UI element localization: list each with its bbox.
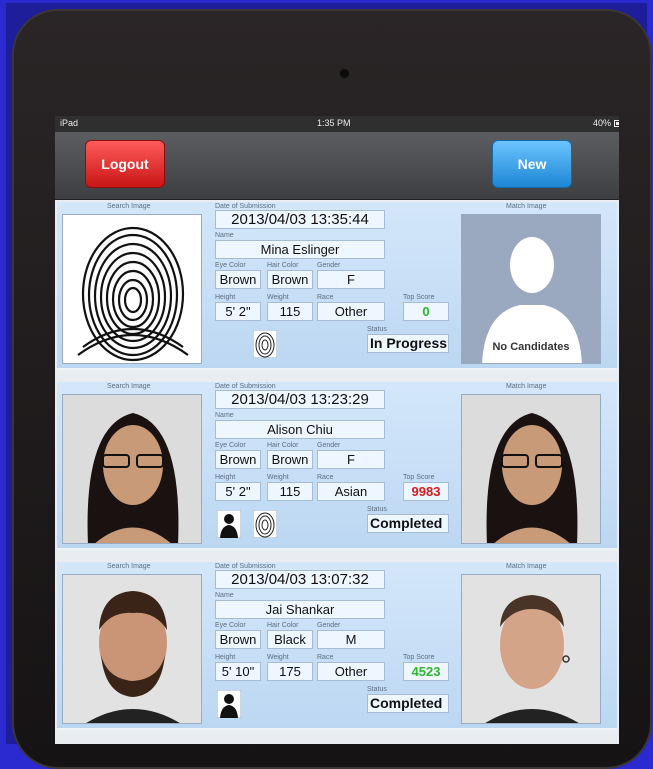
record-card[interactable]: Search Image Match Image Date of Submiss bbox=[57, 202, 617, 370]
name-label: Name bbox=[215, 412, 234, 419]
gender-label: Gender bbox=[317, 262, 341, 269]
race-label: Race bbox=[317, 474, 334, 481]
height-field: 5' 10" bbox=[215, 662, 261, 681]
gender-label: Gender bbox=[317, 442, 341, 449]
height-label: Height bbox=[215, 294, 236, 301]
name-field: Alison Chiu bbox=[215, 420, 385, 439]
gender-label: Gender bbox=[317, 622, 341, 629]
height-label: Height bbox=[215, 474, 236, 481]
battery-indicator: 40% bbox=[592, 118, 619, 128]
gender-field: M bbox=[317, 630, 385, 649]
search-image-label: Search Image bbox=[107, 383, 151, 390]
eye-color-field: Brown bbox=[215, 270, 261, 289]
name-field: Mina Eslinger bbox=[215, 240, 385, 259]
status-field: Completed bbox=[367, 694, 449, 713]
eye-color-label: Eye Color bbox=[215, 622, 246, 629]
match-face-image[interactable] bbox=[461, 574, 601, 724]
weight-label: Weight bbox=[267, 294, 289, 301]
match-image-label: Match Image bbox=[506, 383, 547, 390]
match-image-label: Match Image bbox=[506, 563, 547, 570]
date-field: 2013/04/03 13:35:44 bbox=[215, 210, 385, 229]
date-field: 2013/04/03 13:23:29 bbox=[215, 390, 385, 409]
person-icon[interactable] bbox=[216, 689, 242, 719]
logout-button[interactable]: Logout bbox=[85, 140, 165, 188]
search-face-image[interactable] bbox=[62, 394, 202, 544]
status-label: Status bbox=[367, 326, 387, 333]
camera-icon bbox=[340, 69, 349, 78]
weight-field: 115 bbox=[267, 302, 313, 321]
search-fingerprint-image[interactable] bbox=[62, 214, 202, 364]
gender-field: F bbox=[317, 270, 385, 289]
top-score-label: Top Score bbox=[403, 474, 435, 481]
date-label: Date of Submission bbox=[215, 203, 276, 210]
weight-label: Weight bbox=[267, 654, 289, 661]
race-field: Asian bbox=[317, 482, 385, 501]
record-card[interactable]: Search Image Match Image Date of Submiss… bbox=[57, 382, 617, 550]
hair-color-label: Hair Color bbox=[267, 442, 299, 449]
fingerprint-icon[interactable] bbox=[252, 509, 278, 539]
height-field: 5' 2" bbox=[215, 482, 261, 501]
status-bar: iPad 1:35 PM 40% bbox=[55, 116, 619, 132]
name-label: Name bbox=[215, 232, 234, 239]
match-face-image[interactable] bbox=[461, 394, 601, 544]
new-button[interactable]: New bbox=[492, 140, 572, 188]
status-field: In Progress bbox=[367, 334, 449, 353]
weight-label: Weight bbox=[267, 474, 289, 481]
match-image-placeholder[interactable]: No Candidates bbox=[461, 214, 601, 364]
hair-color-label: Hair Color bbox=[267, 262, 299, 269]
gender-field: F bbox=[317, 450, 385, 469]
status-field: Completed bbox=[367, 514, 449, 533]
fingerprint-icon[interactable] bbox=[252, 329, 278, 359]
status-label: Status bbox=[367, 686, 387, 693]
weight-field: 175 bbox=[267, 662, 313, 681]
search-image-label: Search Image bbox=[107, 203, 151, 210]
eye-color-field: Brown bbox=[215, 630, 261, 649]
hair-color-label: Hair Color bbox=[267, 622, 299, 629]
date-label: Date of Submission bbox=[215, 563, 276, 570]
top-score-field: 0 bbox=[403, 302, 449, 321]
top-score-field: 9983 bbox=[403, 482, 449, 501]
weight-field: 115 bbox=[267, 482, 313, 501]
race-label: Race bbox=[317, 654, 334, 661]
top-score-label: Top Score bbox=[403, 294, 435, 301]
clock: 1:35 PM bbox=[317, 118, 351, 128]
hair-color-field: Brown bbox=[267, 450, 313, 469]
record-card[interactable]: Search Image Match Image Date of Submiss… bbox=[57, 562, 617, 730]
race-field: Other bbox=[317, 302, 385, 321]
height-field: 5' 2" bbox=[215, 302, 261, 321]
date-label: Date of Submission bbox=[215, 383, 276, 390]
name-field: Jai Shankar bbox=[215, 600, 385, 619]
eye-color-field: Brown bbox=[215, 450, 261, 469]
eye-color-label: Eye Color bbox=[215, 262, 246, 269]
hair-color-field: Black bbox=[267, 630, 313, 649]
battery-percent: 40% bbox=[592, 118, 611, 128]
status-label: Status bbox=[367, 506, 387, 513]
match-image-label: Match Image bbox=[506, 203, 547, 210]
nav-bar: Logout New bbox=[55, 132, 619, 200]
top-score-field: 4523 bbox=[403, 662, 449, 681]
hair-color-field: Brown bbox=[267, 270, 313, 289]
app-screen: iPad 1:35 PM 40% Logout New Search Image… bbox=[55, 116, 619, 744]
carrier-label: iPad bbox=[60, 118, 79, 128]
search-face-image[interactable] bbox=[62, 574, 202, 724]
date-field: 2013/04/03 13:07:32 bbox=[215, 570, 385, 589]
name-label: Name bbox=[215, 592, 234, 599]
top-score-label: Top Score bbox=[403, 654, 435, 661]
search-image-label: Search Image bbox=[107, 563, 151, 570]
race-field: Other bbox=[317, 662, 385, 681]
height-label: Height bbox=[215, 654, 236, 661]
race-label: Race bbox=[317, 294, 334, 301]
no-candidates-text: No Candidates bbox=[492, 341, 570, 353]
person-icon[interactable] bbox=[216, 509, 242, 539]
eye-color-label: Eye Color bbox=[215, 442, 246, 449]
battery-icon bbox=[614, 120, 619, 127]
